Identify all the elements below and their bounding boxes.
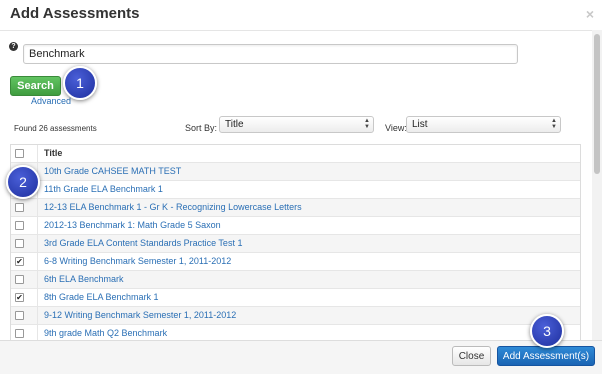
column-divider: [37, 217, 38, 235]
row-checkbox[interactable]: [15, 239, 24, 248]
assessment-title-link[interactable]: 12-13 ELA Benchmark 1 - Gr K - Recognizi…: [44, 202, 302, 212]
assessment-title-link[interactable]: 11th Grade ELA Benchmark 1: [44, 184, 163, 194]
row-checkbox[interactable]: ✔: [15, 257, 24, 266]
table-row: 12-13 ELA Benchmark 1 - Gr K - Recognizi…: [11, 199, 580, 217]
step-callout-2: 2: [6, 165, 40, 199]
row-checkbox[interactable]: [15, 329, 24, 338]
checkmark-icon: ✔: [16, 257, 23, 266]
add-assessments-dialog: Add Assessments × ? Search Advanced Foun…: [0, 0, 602, 374]
checkmark-icon: ✔: [16, 293, 23, 302]
table-header-row: Title: [11, 145, 580, 163]
column-divider: [37, 235, 38, 253]
advanced-link[interactable]: Advanced: [31, 96, 71, 106]
table-row: 9-12 Writing Benchmark Semester 1, 2011-…: [11, 307, 580, 325]
select-arrows-icon: ▲ ▼: [551, 118, 557, 130]
table-row: ✔ 6-8 Writing Benchmark Semester 1, 2011-…: [11, 253, 580, 271]
column-divider: [37, 199, 38, 217]
results-count: Found 26 assessments: [14, 124, 97, 133]
assessment-title-link[interactable]: 3rd Grade ELA Content Standards Practice…: [44, 238, 242, 248]
scrollbar[interactable]: [592, 30, 602, 340]
dialog-header: Add Assessments ×: [0, 0, 602, 31]
step-callout-1: 1: [63, 66, 97, 100]
select-all-checkbox[interactable]: [15, 149, 24, 158]
view-select[interactable]: List ▲ ▼: [406, 116, 561, 133]
table-row: 11th Grade ELA Benchmark 1: [11, 181, 580, 199]
assessment-title-link[interactable]: 6th ELA Benchmark: [44, 274, 124, 284]
table-row: 10th Grade CAHSEE MATH TEST: [11, 163, 580, 181]
column-divider: [37, 271, 38, 289]
step-callout-3: 3: [530, 314, 564, 348]
row-checkbox[interactable]: [15, 275, 24, 284]
search-input[interactable]: [23, 44, 518, 64]
scrollbar-thumb[interactable]: [594, 34, 600, 174]
row-checkbox[interactable]: [15, 203, 24, 212]
assessments-table: Title 10th Grade CAHSEE MATH TEST 11th Gr…: [10, 144, 581, 346]
assessment-title-link[interactable]: 9th grade Math Q2 Benchmark: [44, 328, 167, 338]
view-value: List: [412, 119, 428, 130]
help-icon[interactable]: ?: [9, 42, 18, 51]
search-button[interactable]: Search: [10, 76, 61, 96]
add-assessments-button[interactable]: Add Assessment(s): [497, 346, 595, 366]
assessment-title-link[interactable]: 2012-13 Benchmark 1: Math Grade 5 Saxon: [44, 220, 221, 230]
assessment-title-link[interactable]: 10th Grade CAHSEE MATH TEST: [44, 166, 181, 176]
row-checkbox[interactable]: [15, 311, 24, 320]
sort-by-value: Title: [225, 119, 244, 130]
table-row: ✔ 8th Grade ELA Benchmark 1: [11, 289, 580, 307]
sort-by-select[interactable]: Title ▲ ▼: [219, 116, 374, 133]
column-divider: [37, 145, 38, 163]
column-divider: [37, 289, 38, 307]
select-arrows-icon: ▲ ▼: [364, 118, 370, 130]
column-divider: [37, 253, 38, 271]
table-row: 6th ELA Benchmark: [11, 271, 580, 289]
assessment-title-link[interactable]: 9-12 Writing Benchmark Semester 1, 2011-…: [44, 310, 236, 320]
row-checkbox[interactable]: [15, 221, 24, 230]
table-row: 2012-13 Benchmark 1: Math Grade 5 Saxon: [11, 217, 580, 235]
title-column-header[interactable]: Title: [44, 148, 62, 158]
assessment-title-link[interactable]: 6-8 Writing Benchmark Semester 1, 2011-2…: [44, 256, 231, 266]
sort-by-label: Sort By:: [185, 123, 218, 133]
assessment-title-link[interactable]: 8th Grade ELA Benchmark 1: [44, 292, 159, 302]
view-label: View:: [385, 123, 407, 133]
close-icon[interactable]: ×: [586, 6, 594, 22]
table-row: 3rd Grade ELA Content Standards Practice…: [11, 235, 580, 253]
dialog-title: Add Assessments: [10, 5, 140, 22]
close-button[interactable]: Close: [452, 346, 491, 366]
column-divider: [37, 307, 38, 325]
row-checkbox[interactable]: ✔: [15, 293, 24, 302]
